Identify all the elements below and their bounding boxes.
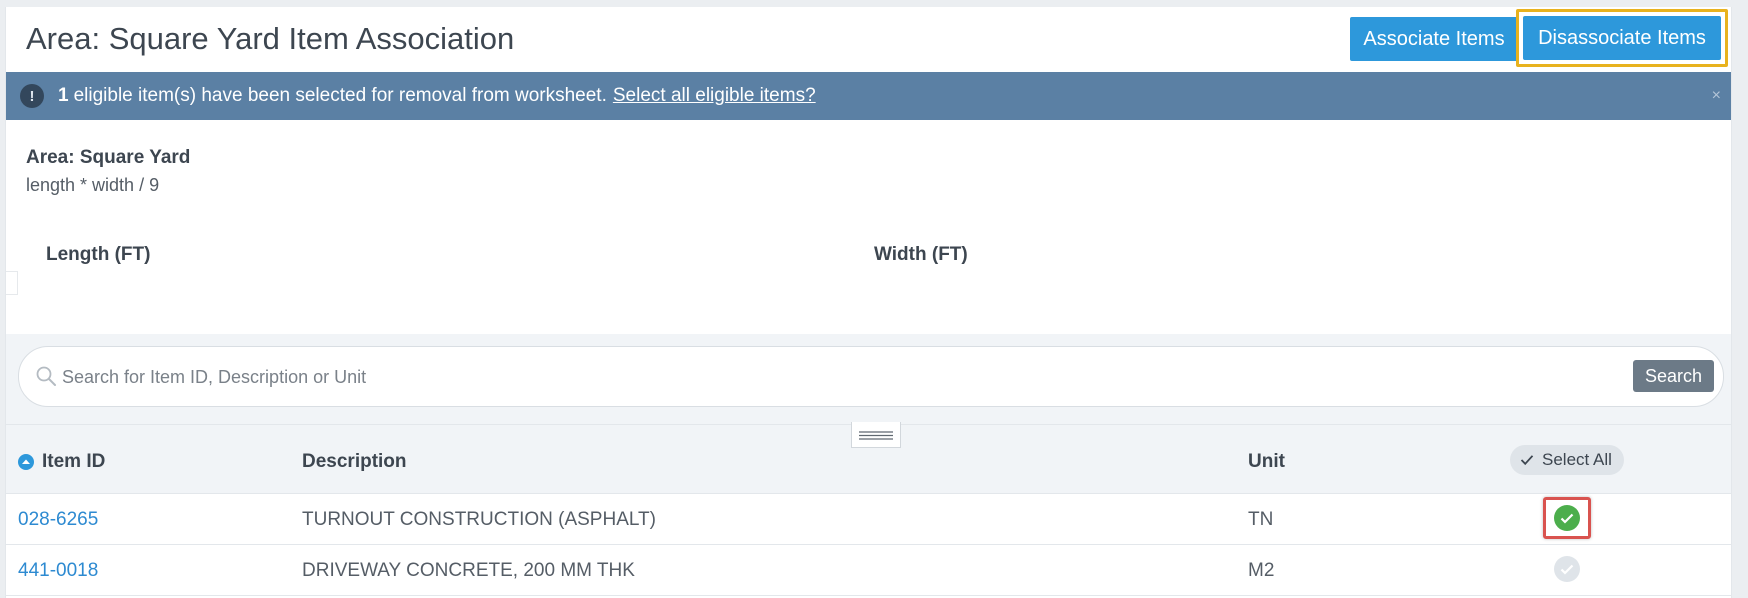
- variable-width-label: Width (FT): [874, 244, 968, 265]
- search-icon: [36, 366, 56, 386]
- resize-handle-icon[interactable]: [851, 422, 901, 448]
- disassociate-highlight: Disassociate Items: [1516, 9, 1728, 67]
- select-all-button[interactable]: Select All: [1510, 445, 1624, 475]
- column-header-item-id-label: Item ID: [42, 451, 106, 472]
- item-description: TURNOUT CONSTRUCTION (ASPHALT): [302, 509, 656, 530]
- item-unit: TN: [1248, 509, 1274, 530]
- checked-circle-icon: [1554, 505, 1580, 531]
- variable-length-label: Length (FT): [46, 244, 151, 265]
- column-header-item-id[interactable]: Item ID: [18, 451, 105, 473]
- item-description: DRIVEWAY CONCRETE, 200 MM THK: [302, 560, 635, 581]
- row-select-toggle[interactable]: [1543, 497, 1591, 539]
- item-id-link[interactable]: 441-0018: [18, 560, 98, 582]
- close-icon[interactable]: ×: [1712, 87, 1721, 105]
- table-row: 028-6265 TURNOUT CONSTRUCTION (ASPHALT) …: [6, 494, 1731, 545]
- alert-message: eligible item(s) have been selected for …: [73, 85, 607, 106]
- column-header-description: Description: [302, 451, 407, 472]
- selected-count: 1: [58, 85, 69, 106]
- search-button[interactable]: Search: [1633, 360, 1714, 392]
- page-title: Area: Square Yard Item Association: [26, 21, 515, 56]
- search-bar: Search: [18, 346, 1724, 407]
- table-row: 441-0018 DRIVEWAY CONCRETE, 200 MM THK M…: [6, 545, 1731, 596]
- disassociate-items-button[interactable]: Disassociate Items: [1523, 16, 1721, 60]
- formula-expression: length * width / 9: [26, 175, 160, 195]
- item-association-panel: Area: Square Yard Item Association Assoc…: [5, 7, 1732, 598]
- checkmark-icon: [1520, 455, 1534, 466]
- associate-items-button[interactable]: Associate Items: [1350, 17, 1518, 61]
- panel-header: Area: Square Yard Item Association Assoc…: [6, 7, 1731, 72]
- select-all-label: Select All: [1542, 450, 1612, 469]
- row-select-toggle[interactable]: [1543, 548, 1591, 590]
- select-all-eligible-link[interactable]: Select all eligible items?: [613, 85, 816, 107]
- sort-ascending-icon: [18, 454, 34, 470]
- item-id-link[interactable]: 028-6265: [18, 509, 98, 531]
- selection-alert-banner: ! 1 eligible item(s) have been selected …: [6, 72, 1731, 120]
- unchecked-circle-icon: [1554, 556, 1580, 582]
- formula-name: Area: Square Yard: [26, 147, 191, 168]
- search-section: Search: [6, 334, 1731, 424]
- exclamation-icon: !: [20, 84, 44, 108]
- search-input[interactable]: [62, 361, 1622, 393]
- table-header: Item ID Description Unit Select All: [6, 422, 1731, 494]
- column-header-unit: Unit: [1248, 451, 1285, 472]
- side-drawer-tab[interactable]: [6, 271, 18, 295]
- item-unit: M2: [1248, 560, 1275, 581]
